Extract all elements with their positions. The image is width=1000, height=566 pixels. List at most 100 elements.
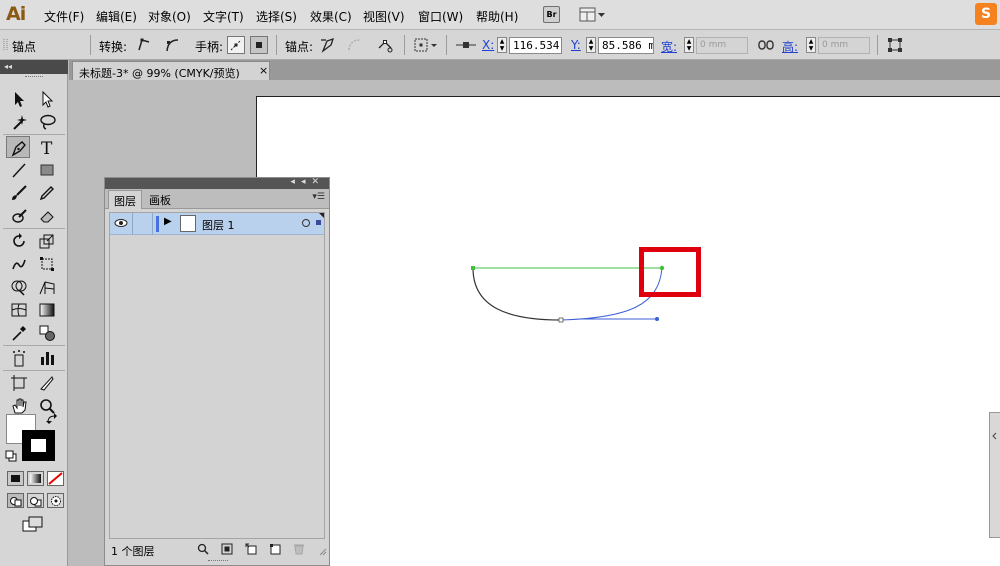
swap-fill-stroke-icon[interactable] <box>46 413 58 425</box>
collapse-tools-icon[interactable]: ◂◂ <box>0 60 68 74</box>
show-handles-button[interactable] <box>227 36 245 54</box>
selection-indicator[interactable] <box>316 220 321 225</box>
convert-to-corner-button[interactable] <box>136 36 154 54</box>
tab-artboards[interactable]: 画板 <box>144 190 176 209</box>
bridge-button[interactable]: Br <box>543 6 560 23</box>
blob-brush-tool[interactable] <box>7 205 31 227</box>
resize-grip-icon[interactable] <box>319 548 327 556</box>
eyedropper-tool[interactable] <box>7 322 31 344</box>
pen-tool[interactable] <box>6 136 30 158</box>
default-fill-stroke-icon[interactable] <box>5 450 17 462</box>
draw-normal-button[interactable] <box>7 493 24 508</box>
color-mode-button[interactable] <box>7 471 24 486</box>
column-graph-tool[interactable] <box>35 347 59 369</box>
menu-window[interactable]: 窗口(W) <box>418 8 463 25</box>
panel-title-bar[interactable]: ◂◂✕ <box>105 177 329 189</box>
x-stepper[interactable]: ▲ ▼ <box>497 37 507 53</box>
menu-view[interactable]: 视图(V) <box>363 8 405 25</box>
draw-inside-button[interactable] <box>47 493 64 508</box>
y-stepper[interactable]: ▲ ▼ <box>586 37 596 53</box>
panel-menu-icon[interactable]: ▾☰ <box>312 192 325 202</box>
mesh-tool[interactable] <box>7 299 31 321</box>
direction-handle[interactable] <box>659 265 665 271</box>
make-clipping-mask-icon[interactable] <box>221 543 233 555</box>
locate-object-icon[interactable] <box>197 543 209 555</box>
eraser-icon <box>40 211 54 223</box>
gradient-mode-button[interactable] <box>27 471 44 486</box>
sogou-ime-icon[interactable]: S <box>975 3 997 25</box>
transform-button[interactable] <box>886 36 904 54</box>
constrain-proportions-button[interactable] <box>757 36 775 54</box>
warp-tool[interactable] <box>7 253 31 275</box>
slice-icon <box>40 376 54 391</box>
menu-effect[interactable]: 效果(C) <box>310 8 352 25</box>
divider <box>276 35 277 55</box>
none-mode-button[interactable] <box>47 471 64 486</box>
cut-path-button[interactable] <box>376 36 394 54</box>
reference-point-button[interactable] <box>413 36 439 54</box>
slice-tool[interactable] <box>35 372 59 394</box>
collapsed-panel-tab[interactable] <box>989 412 1000 538</box>
artboard-icon <box>11 375 27 391</box>
menu-select[interactable]: 选择(S) <box>256 8 297 25</box>
menu-help[interactable]: 帮助(H) <box>476 8 518 25</box>
magic-wand-tool[interactable] <box>7 111 31 133</box>
anchor-point[interactable] <box>471 266 475 270</box>
anchor-point[interactable] <box>558 317 564 323</box>
tab-layers[interactable]: 图层 <box>108 190 142 209</box>
remove-anchor-button[interactable] <box>319 36 337 54</box>
rectangle-tool[interactable] <box>35 159 59 181</box>
path-segment[interactable] <box>472 267 562 321</box>
eraser-tool[interactable] <box>35 205 59 227</box>
eyedropper-icon <box>12 326 26 341</box>
stroke-swatch[interactable] <box>22 430 55 461</box>
free-transform-tool[interactable] <box>35 253 59 275</box>
selection-tool[interactable] <box>7 88 31 110</box>
hide-handles-button[interactable] <box>250 36 268 54</box>
artboard-tool[interactable] <box>7 372 31 394</box>
lasso-tool[interactable] <box>35 111 59 133</box>
expand-triangle-icon[interactable]: ▶ <box>164 216 172 227</box>
paintbrush-tool[interactable] <box>7 182 31 204</box>
direct-selection-icon <box>42 90 54 108</box>
show-handles-icon <box>230 39 242 51</box>
menu-type[interactable]: 文字(T) <box>203 8 244 25</box>
x-label: X: <box>482 38 495 52</box>
highlight-box <box>639 247 701 297</box>
transform-bounds-icon <box>888 38 902 52</box>
new-sublayer-icon[interactable] <box>245 543 257 555</box>
type-tool[interactable]: T <box>35 136 59 158</box>
line-segment-tool[interactable] <box>7 159 31 181</box>
scale-tool[interactable] <box>35 230 59 252</box>
perspective-grid-tool[interactable] <box>35 276 59 298</box>
draw-behind-button[interactable] <box>27 493 44 508</box>
pencil-tool[interactable] <box>35 182 59 204</box>
menu-object[interactable]: 对象(O) <box>148 8 191 25</box>
panel-footer: 1 个图层 <box>105 540 329 560</box>
direct-selection-tool[interactable] <box>35 88 59 110</box>
close-tab-icon[interactable]: × <box>259 64 268 77</box>
layer-row[interactable]: ▶ 图层 1 <box>110 213 324 235</box>
menu-edit[interactable]: 编辑(E) <box>96 8 137 25</box>
direction-handle[interactable] <box>655 317 659 321</box>
gradient-tool[interactable] <box>35 299 59 321</box>
target-circle-icon[interactable] <box>302 219 310 227</box>
column-graph-icon <box>41 352 54 365</box>
arrange-documents-button[interactable] <box>579 7 607 23</box>
symbol-sprayer-tool[interactable] <box>7 347 31 369</box>
rotate-tool[interactable] <box>7 230 31 252</box>
panel-collapse-close-icon[interactable]: ◂◂✕ <box>290 177 325 187</box>
y-coordinate-field[interactable]: 85.586 mm <box>598 37 654 54</box>
shape-builder-tool[interactable] <box>7 276 31 298</box>
x-coordinate-field[interactable]: 116.534 r <box>509 37 562 54</box>
connect-points-icon <box>348 39 361 51</box>
visibility-eye-icon[interactable] <box>114 217 128 229</box>
divider <box>3 370 65 371</box>
convert-to-smooth-button[interactable] <box>163 36 181 54</box>
blend-tool[interactable] <box>35 322 59 344</box>
document-tab[interactable]: 未标题-3* @ 99% (CMYK/预览) × <box>72 61 270 80</box>
new-layer-icon[interactable] <box>269 543 281 555</box>
menu-file[interactable]: 文件(F) <box>44 8 84 25</box>
screen-mode-icon[interactable] <box>22 516 44 532</box>
layer-name[interactable]: 图层 1 <box>202 217 235 233</box>
